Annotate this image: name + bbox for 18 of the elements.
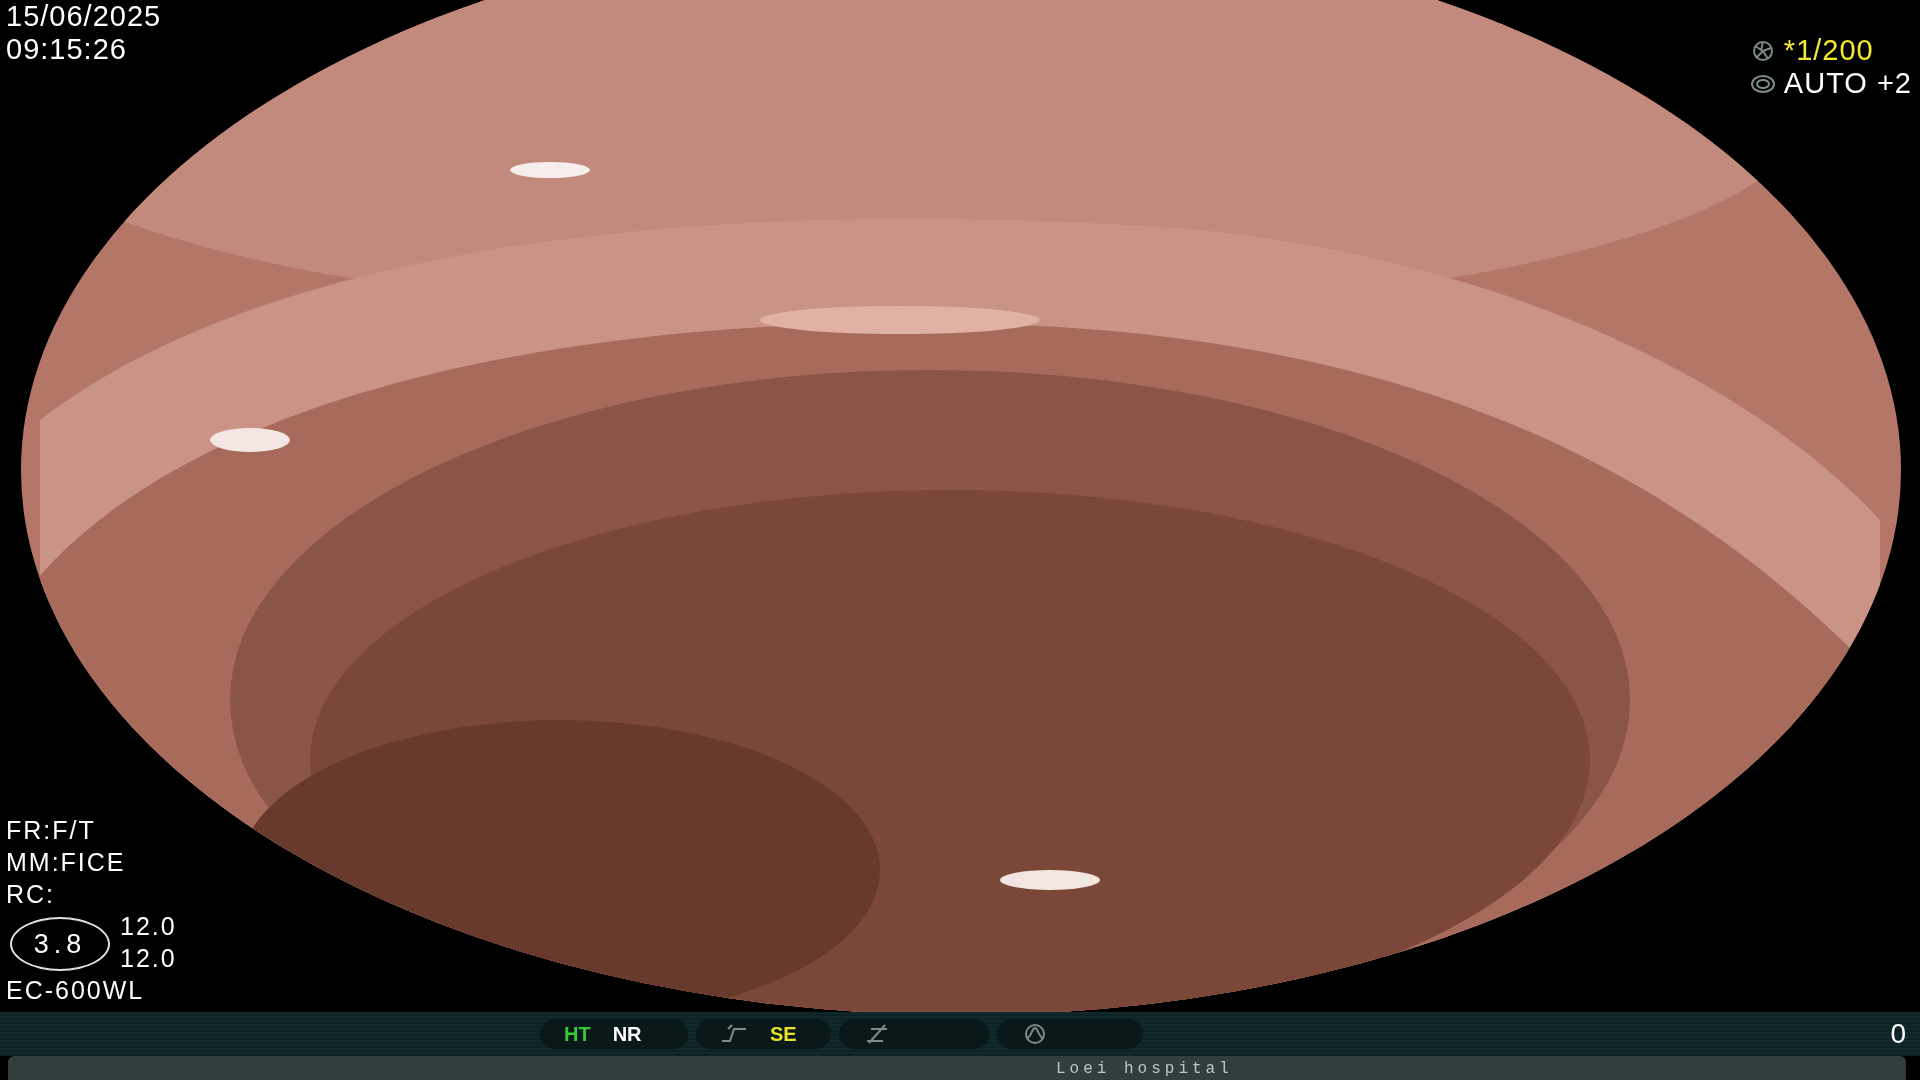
hospital-name: Loei hospital	[1056, 1060, 1233, 1078]
frame-counter: 0	[1890, 1017, 1906, 1051]
setting-text: FR:F/T	[6, 815, 97, 846]
indicator-label: NR	[612, 1022, 642, 1047]
time-text: 09:15:26	[6, 33, 128, 66]
shutter-speed: *1/200	[1783, 34, 1874, 67]
exposure-mode: AUTO +2	[1783, 67, 1912, 100]
indicator-label: HT	[564, 1022, 591, 1047]
date-text: 15/06/2025	[6, 0, 162, 33]
setting-text: MM:FICE	[6, 847, 127, 878]
aperture-icon	[1749, 72, 1776, 95]
setting-text: RC:	[6, 879, 57, 910]
gauge-reading: 12.0	[120, 943, 177, 974]
curve-icon	[720, 1023, 748, 1045]
gauge-reading: 12.0	[120, 911, 177, 942]
indicator-label: SE	[770, 1022, 797, 1047]
gauge-value: 3.8	[10, 917, 110, 971]
scope-model: EC-600WL	[6, 975, 146, 1006]
